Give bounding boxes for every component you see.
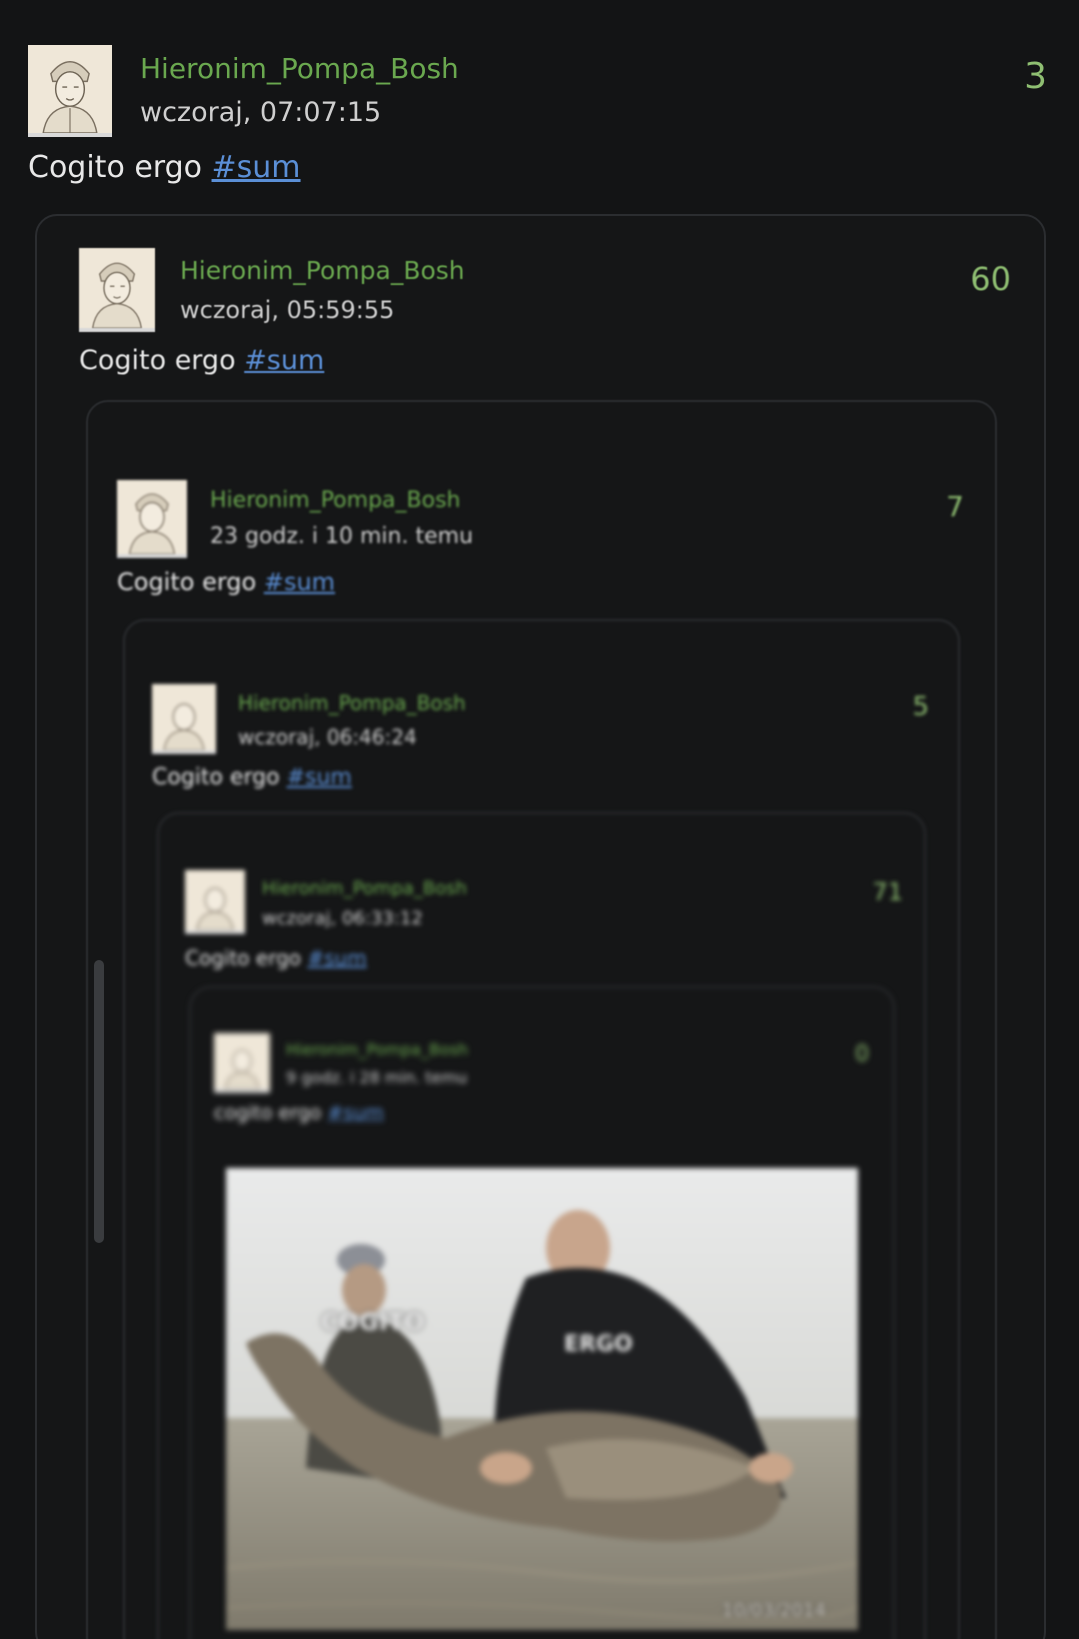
portrait-icon	[29, 45, 111, 133]
portrait-icon	[187, 870, 243, 930]
hashtag-link[interactable]: #sum	[327, 1102, 383, 1124]
post-text: Cogito ergo #sum	[79, 345, 324, 376]
post-score: 0	[855, 1042, 869, 1067]
post-timestamp: wczoraj, 06:46:24	[238, 725, 417, 749]
post-timestamp: 9 godz. i 28 min. temu	[286, 1068, 468, 1087]
avatar[interactable]	[79, 248, 155, 332]
post-text: Cogito ergo #sum	[152, 765, 352, 790]
portrait-icon	[80, 248, 154, 328]
post-text: Cogito ergo #sum	[117, 568, 335, 596]
hashtag-link[interactable]: #sum	[287, 765, 352, 790]
hashtag-link[interactable]: #sum	[212, 150, 301, 185]
post-timestamp: wczoraj, 05:59:55	[180, 296, 395, 324]
avatar[interactable]	[28, 45, 112, 137]
portrait-icon	[118, 480, 186, 554]
post-text-content: Cogito ergo	[185, 946, 308, 970]
post-text-content: Cogito ergo	[117, 568, 264, 596]
post-text-content: Cogito ergo	[28, 150, 212, 185]
meme-image[interactable]: COGITO ERGO 10/03/2014	[226, 1168, 858, 1630]
post-score: 71	[872, 878, 903, 906]
thread-view: Hieronim_Pompa_Bosh wczoraj, 07:07:15 3 …	[0, 0, 1079, 1639]
meme-label-left: COGITO	[321, 1308, 425, 1336]
post-score: 60	[970, 260, 1011, 298]
scrollbar[interactable]	[94, 960, 104, 1243]
hashtag-link[interactable]: #sum	[264, 568, 335, 596]
portrait-icon	[216, 1033, 268, 1089]
post-author[interactable]: Hieronim_Pompa_Bosh	[140, 52, 459, 85]
post-timestamp: 23 godz. i 10 min. temu	[210, 524, 474, 549]
post-text: Cogito ergo #sum	[28, 150, 301, 185]
post-text: Cogito ergo #sum	[185, 946, 367, 970]
avatar[interactable]	[117, 480, 187, 558]
post-author[interactable]: Hieronim_Pompa_Bosh	[238, 691, 466, 715]
hashtag-link[interactable]: #sum	[307, 946, 366, 970]
post-text-content: Cogito ergo	[152, 765, 287, 790]
post-text: cogito ergo #sum	[214, 1102, 384, 1124]
meme-label-right: ERGO	[564, 1332, 633, 1357]
portrait-icon	[153, 684, 215, 750]
avatar[interactable]	[185, 870, 245, 934]
post-score: 7	[946, 490, 964, 523]
date-stamp: 10/03/2014	[722, 1600, 826, 1621]
post-author[interactable]: Hieronim_Pompa_Bosh	[262, 878, 467, 899]
post-timestamp: wczoraj, 07:07:15	[140, 97, 382, 128]
post-timestamp: wczoraj, 06:33:12	[262, 908, 423, 929]
post-text-content: Cogito ergo	[79, 345, 245, 376]
post-author[interactable]: Hieronim_Pompa_Bosh	[210, 488, 460, 513]
hashtag-link[interactable]: #sum	[244, 345, 324, 376]
post-author[interactable]: Hieronim_Pompa_Bosh	[286, 1040, 468, 1059]
post-author[interactable]: Hieronim_Pompa_Bosh	[180, 256, 465, 285]
post-score: 5	[912, 692, 929, 722]
fishermen-catfish-photo	[226, 1168, 858, 1630]
avatar[interactable]	[214, 1033, 270, 1093]
post-score: 3	[1024, 56, 1047, 97]
avatar[interactable]	[152, 684, 216, 754]
post-text-content: cogito ergo	[214, 1102, 328, 1124]
